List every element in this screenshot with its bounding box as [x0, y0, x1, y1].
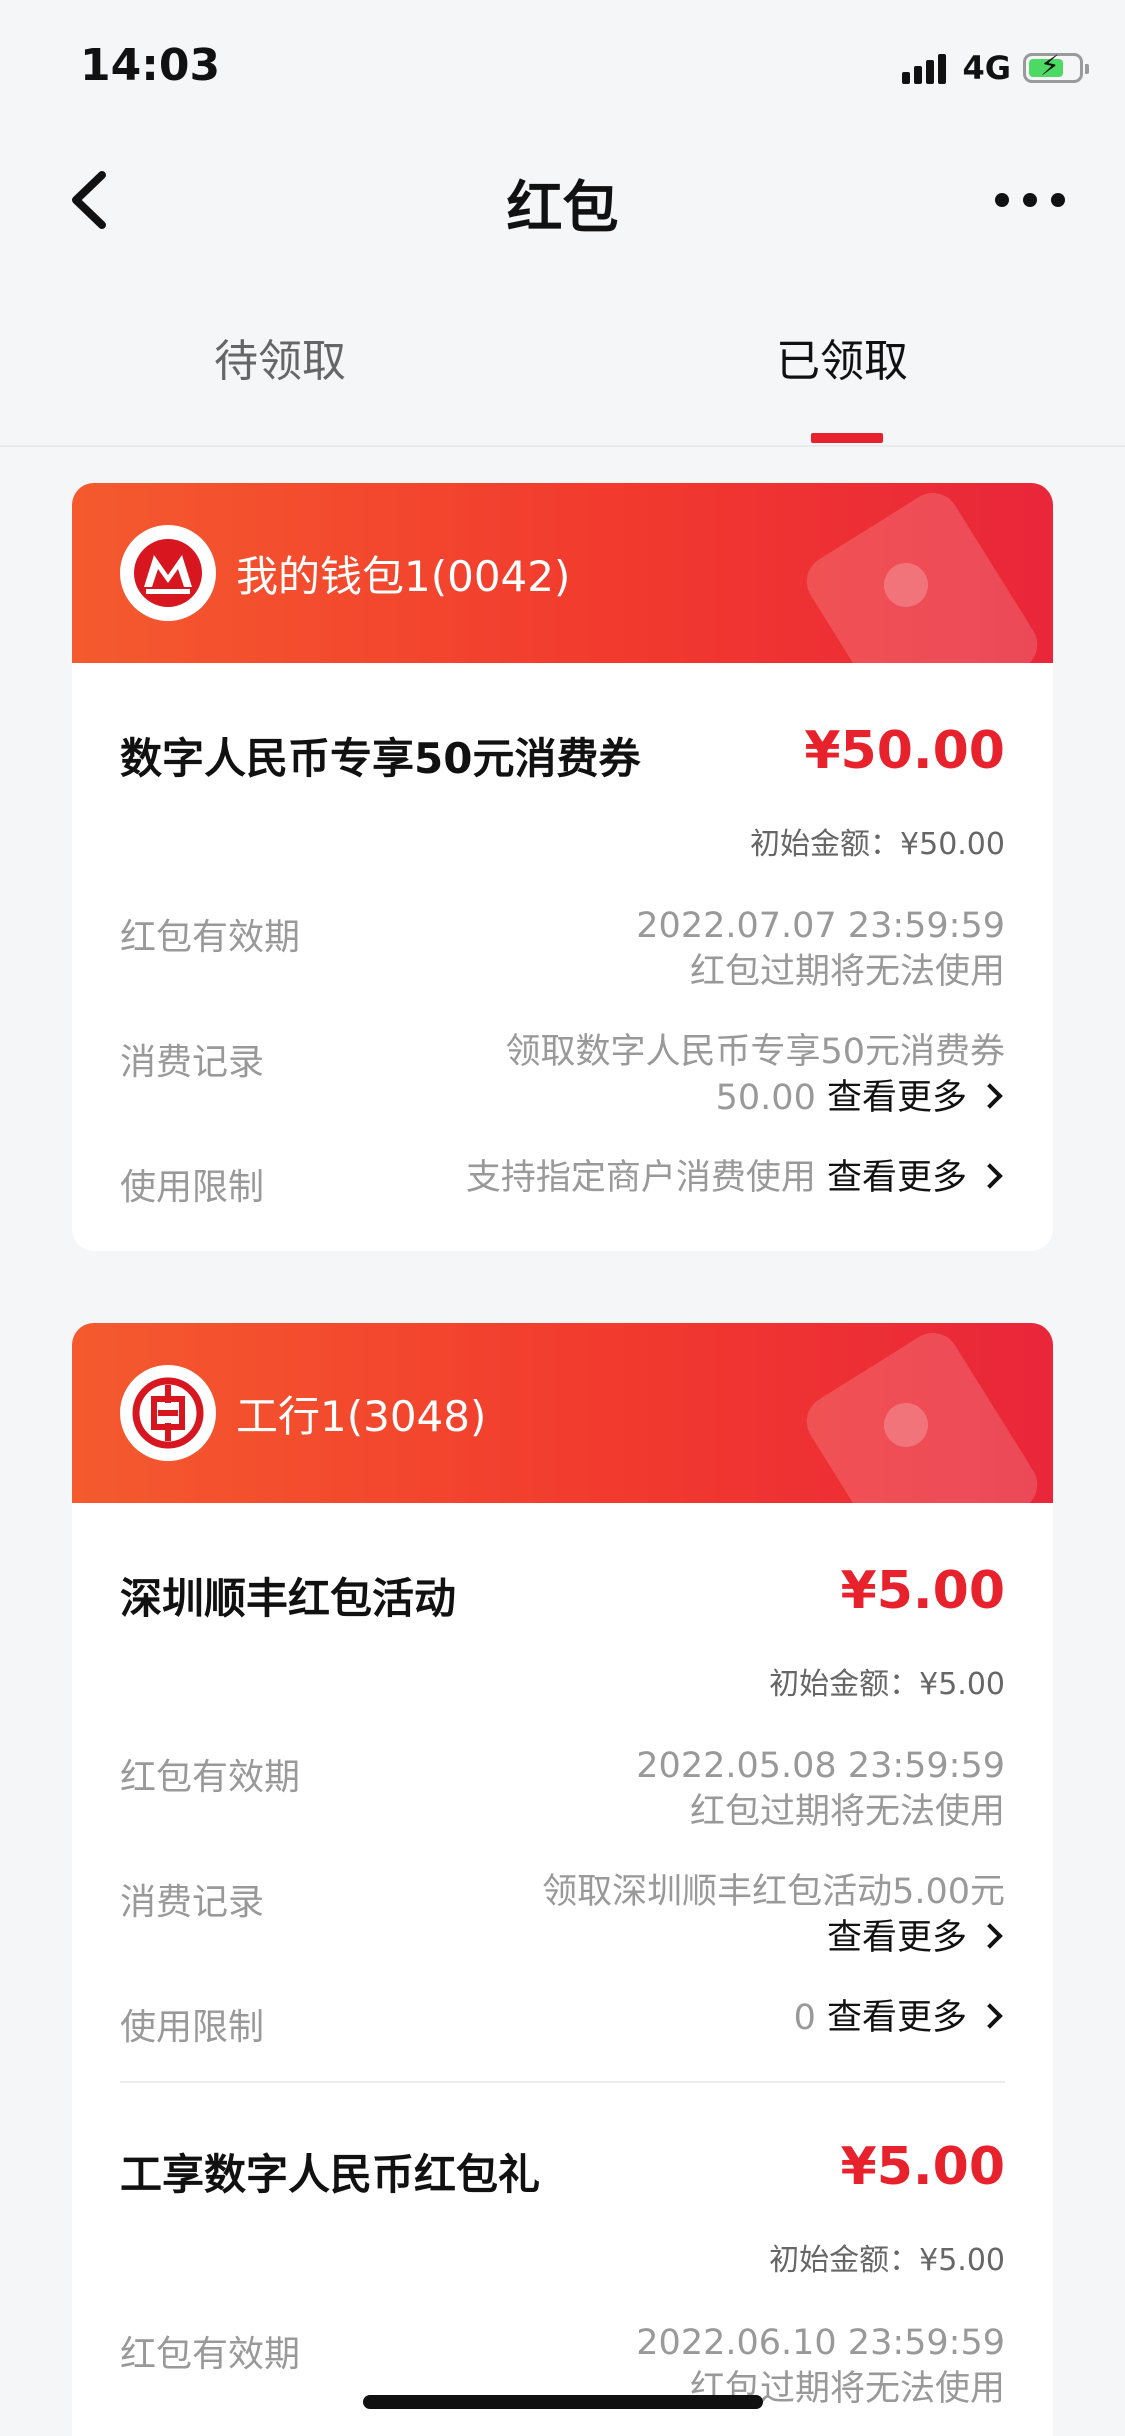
- status-time: 14:03: [80, 40, 221, 91]
- records-more-row: 查看更多: [542, 1915, 1005, 1961]
- cmb-bank-logo-icon: [120, 525, 216, 621]
- records-label: 消费记录: [120, 1882, 265, 1923]
- validity-label: 红包有效期: [120, 1757, 301, 1798]
- records-more-link[interactable]: 查看更多: [827, 1078, 1005, 1118]
- validity-value: 2022.07.07 23:59:59 红包过期将无法使用: [636, 903, 1005, 995]
- red-packet-item: 数字人民币专享50元消费券 ¥50.00 初始金额：¥50.00 红包有效期 2…: [72, 663, 1053, 1251]
- chevron-right-icon: [977, 1923, 1003, 1949]
- records-value: 领取数字人民币专享50元消费券 50.00 查看更多: [505, 1029, 1005, 1121]
- charging-bolt-icon: ⚡: [1040, 49, 1060, 82]
- records-more-label: 查看更多: [826, 1078, 967, 1118]
- validity-note: 红包过期将无法使用: [689, 1792, 1005, 1832]
- tab-active-indicator: [811, 433, 883, 443]
- records-more-link[interactable]: 查看更多: [827, 1918, 1005, 1958]
- item-title: 工享数字人民币红包礼: [120, 2150, 541, 2199]
- envelope-seal-decoration: [884, 1403, 928, 1447]
- signal-icon: [902, 52, 950, 84]
- item-title: 数字人民币专享50元消费券: [120, 734, 641, 783]
- initial-amount: 初始金额：¥5.00: [769, 1667, 1005, 1702]
- validity-value: 2022.05.08 23:59:59 红包过期将无法使用: [636, 1743, 1005, 1835]
- validity-date: 2022.07.07 23:59:59: [636, 906, 1005, 946]
- nav-bar: 红包: [0, 135, 1125, 265]
- limit-label: 使用限制: [120, 1167, 265, 1208]
- initial-amount: 初始金额：¥50.00: [750, 827, 1005, 862]
- records-line: 领取深圳顺丰红包活动5.00元: [542, 1872, 1005, 1912]
- limit-label: 使用限制: [120, 2007, 265, 2048]
- limit-more-link[interactable]: 查看更多: [827, 1158, 1005, 1198]
- chevron-right-icon: [977, 2003, 1003, 2029]
- wallet-name: 我的钱包1(0042): [236, 552, 571, 601]
- validity-note: 红包过期将无法使用: [689, 952, 1005, 992]
- tab-bar: 待领取 已领取: [0, 265, 1125, 447]
- card-header: 我的钱包1(0042): [72, 483, 1053, 663]
- red-packet-item: 工享数字人民币红包礼 ¥5.00 初始金额：¥5.00 红包有效期 2022.0…: [72, 2083, 1053, 2436]
- limit-more-link[interactable]: 查看更多: [827, 1998, 1005, 2038]
- limit-more-label: 查看更多: [826, 1998, 967, 2038]
- envelope-seal-decoration: [884, 563, 928, 607]
- home-indicator[interactable]: [363, 2395, 763, 2409]
- records-more-label: 查看更多: [826, 1918, 967, 1958]
- limit-text: 0: [793, 1998, 816, 2038]
- chevron-right-icon: [977, 1083, 1003, 1109]
- red-packet-item: 深圳顺丰红包活动 ¥5.00 初始金额：¥5.00 红包有效期 2022.05.…: [72, 1503, 1053, 2083]
- screen: 14:03 4G ⚡ 红包 待领取 已领取 我的钱包1(0042) 数字人民币专…: [0, 0, 1125, 2436]
- wallet-name: 工行1(3048): [236, 1392, 487, 1441]
- records-value: 领取深圳顺丰红包活动5.00元 查看更多: [542, 1869, 1005, 1961]
- initial-amount: 初始金额：¥5.00: [769, 2243, 1005, 2278]
- limit-value: 支持指定商户消费使用 查看更多: [466, 1155, 1005, 1201]
- item-title: 深圳顺丰红包活动: [120, 1574, 457, 1623]
- records-more-row: 50.00 查看更多: [505, 1075, 1005, 1121]
- more-dots-icon[interactable]: [995, 185, 1065, 215]
- validity-date: 2022.06.10 23:59:59: [636, 2323, 1005, 2363]
- item-amount: ¥5.00: [840, 1561, 1005, 1621]
- limit-more-label: 查看更多: [826, 1158, 967, 1198]
- item-amount: ¥50.00: [804, 721, 1005, 781]
- red-packet-card: 我的钱包1(0042) 数字人民币专享50元消费券 ¥50.00 初始金额：¥5…: [72, 483, 1053, 1251]
- icbc-bank-logo-icon: [120, 1365, 216, 1461]
- status-indicators: 4G ⚡: [902, 48, 1089, 88]
- battery-charging-icon: ⚡: [1023, 49, 1089, 83]
- records-amount: 50.00: [715, 1078, 816, 1118]
- battery-cap: [1085, 64, 1089, 74]
- red-packet-card: 工行1(3048) 深圳顺丰红包活动 ¥5.00 初始金额：¥5.00 红包有效…: [72, 1323, 1053, 2436]
- tab-received[interactable]: 已领取: [692, 325, 992, 389]
- limit-value: 0 查看更多: [794, 1995, 1005, 2041]
- status-bar: 14:03 4G ⚡: [0, 0, 1125, 135]
- validity-label: 红包有效期: [120, 2334, 301, 2375]
- records-label: 消费记录: [120, 1042, 265, 1083]
- tab-pending[interactable]: 待领取: [130, 325, 430, 389]
- page-title: 红包: [506, 176, 619, 241]
- card-header: 工行1(3048): [72, 1323, 1053, 1503]
- records-line: 领取数字人民币专享50元消费券: [505, 1032, 1005, 1072]
- limit-text: 支持指定商户消费使用: [465, 1158, 816, 1198]
- validity-label: 红包有效期: [120, 917, 301, 958]
- item-amount: ¥5.00: [840, 2137, 1005, 2197]
- chevron-right-icon: [977, 1163, 1003, 1189]
- validity-date: 2022.05.08 23:59:59: [636, 1746, 1005, 1786]
- network-type: 4G: [962, 49, 1011, 87]
